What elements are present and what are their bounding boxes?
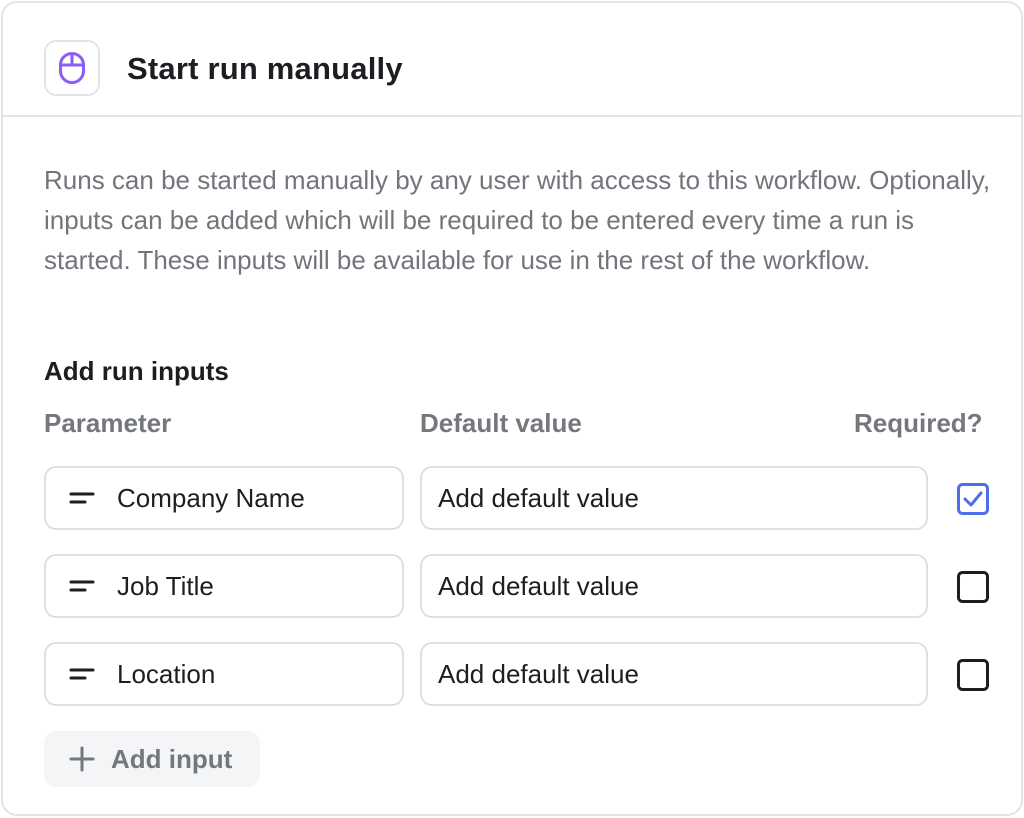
default-value-placeholder: Add default value [438, 659, 639, 689]
trigger-icon-tile [44, 40, 100, 96]
card-title: Start run manually [127, 51, 403, 86]
default-value-input[interactable]: Add default value [420, 642, 928, 706]
parameter-name: Company Name [117, 483, 305, 513]
default-value-column-header: Default value [420, 408, 582, 438]
parameter-name: Location [117, 659, 216, 689]
card-header: Start run manually [3, 3, 1021, 117]
required-checkbox[interactable] [957, 659, 989, 691]
parameter-field-job-title[interactable]: Job Title [44, 554, 404, 618]
text-type-icon [69, 580, 95, 592]
default-value-input[interactable]: Add default value [420, 554, 928, 618]
description-text: Runs can be started manually by any user… [44, 165, 991, 275]
mouse-icon [59, 52, 85, 84]
required-checkbox[interactable] [957, 571, 989, 603]
parameter-field-location[interactable]: Location [44, 642, 404, 706]
default-value-placeholder: Add default value [438, 483, 639, 513]
parameter-field-company-name[interactable]: Company Name [44, 466, 404, 530]
required-checkbox-checked[interactable] [957, 483, 989, 515]
start-run-manually-card: Start run manually Runs can be started m… [1, 1, 1023, 816]
default-value-input[interactable]: Add default value [420, 466, 928, 530]
text-type-icon [69, 492, 95, 504]
plus-icon [69, 746, 95, 772]
add-run-inputs-heading: Add run inputs [44, 356, 229, 386]
add-input-button[interactable]: Add input [44, 731, 260, 787]
add-input-label: Add input [111, 744, 233, 774]
default-value-placeholder: Add default value [438, 571, 639, 601]
text-type-icon [69, 668, 95, 680]
parameter-name: Job Title [117, 571, 214, 601]
parameter-column-header: Parameter [44, 408, 172, 438]
required-column-header: Required? [854, 408, 983, 438]
